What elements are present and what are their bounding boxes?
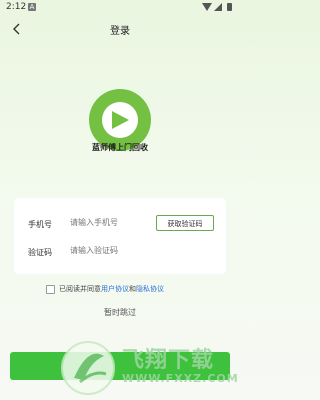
code-label: 验证码 (28, 248, 52, 257)
agreement-conjunction: 和 (129, 285, 136, 293)
watermark-title: 飞翔下载 (122, 348, 215, 373)
watermark: 飞翔下载 WWW.FXXZ.COM (58, 338, 238, 398)
agreement-checkbox[interactable] (46, 284, 55, 294)
phone-label: 手机号 (28, 220, 52, 229)
status-time: 2:12 (6, 2, 27, 12)
code-input[interactable] (70, 246, 156, 255)
get-code-button[interactable]: 获取验证码 (156, 215, 214, 231)
skip-link[interactable]: 暂时跳过 (0, 307, 240, 318)
notification-icon: A (28, 3, 36, 11)
user-agreement-link[interactable]: 用户协议 (101, 285, 129, 293)
login-form: 手机号 获取验证码 验证码 (14, 198, 226, 274)
wifi-icon (202, 3, 212, 11)
phone-input[interactable] (70, 218, 156, 227)
page-title: 登录 (110, 26, 130, 37)
app-name: 蓝师傅上门回收 (92, 143, 148, 152)
nav-bar: 登录 (0, 16, 240, 44)
signal-icon (214, 3, 222, 11)
agreement-prefix: 已阅读并同意 (59, 285, 101, 293)
agreement-row: 已阅读并同意用户协议和隐私协议 (46, 284, 164, 296)
privacy-policy-link[interactable]: 隐私协议 (136, 285, 164, 293)
watermark-url: WWW.FXXZ.COM (122, 372, 239, 385)
status-bar: 2:12 A (0, 0, 240, 16)
watermark-logo-icon (61, 341, 115, 395)
battery-icon (227, 3, 232, 11)
